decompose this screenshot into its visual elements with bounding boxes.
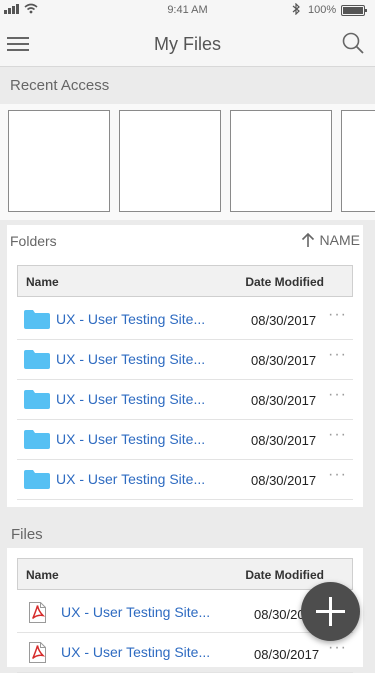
more-icon[interactable]: ··· [328, 466, 347, 484]
folder-name[interactable]: UX - User Testing Site... [56, 471, 205, 487]
folders-label: Folders [10, 233, 57, 249]
battery-percent: 100% [308, 4, 337, 16]
more-icon[interactable]: ··· [328, 426, 347, 444]
header: My Files [0, 20, 375, 67]
recent-card[interactable] [119, 110, 221, 212]
files-table-header: Name Date Modified [17, 558, 353, 590]
file-date: 08/30/2017 [254, 647, 320, 662]
bluetooth-icon [292, 3, 300, 15]
folders-table-header: Name Date Modified [17, 265, 353, 297]
folder-icon [24, 390, 50, 409]
folder-row[interactable]: UX - User Testing Site... 08/30/2017 ··· [17, 380, 353, 420]
file-name[interactable]: UX - User Testing Site... [61, 604, 210, 620]
recent-card[interactable] [341, 110, 375, 212]
sort-control[interactable]: NAME [301, 232, 360, 248]
more-icon[interactable]: ··· [328, 639, 347, 657]
search-icon[interactable] [341, 31, 365, 55]
more-icon[interactable]: ··· [328, 306, 347, 324]
status-bar: 9:41 AM 100% [0, 0, 375, 20]
recent-card[interactable] [230, 110, 332, 212]
pdf-icon [29, 602, 46, 623]
folder-icon [24, 470, 50, 489]
folder-icon [24, 310, 50, 329]
folder-name[interactable]: UX - User Testing Site... [56, 351, 205, 367]
folder-name[interactable]: UX - User Testing Site... [56, 431, 205, 447]
column-name[interactable]: Name [26, 275, 59, 289]
add-button[interactable] [301, 582, 360, 641]
folder-name[interactable]: UX - User Testing Site... [56, 391, 205, 407]
folder-date: 08/30/2017 [251, 393, 317, 408]
more-icon[interactable]: ··· [328, 346, 347, 364]
folder-date: 08/30/2017 [251, 433, 317, 448]
recent-access-label: Recent Access [10, 77, 110, 94]
folder-row[interactable]: UX - User Testing Site... 08/30/2017 ··· [17, 300, 353, 340]
folder-name[interactable]: UX - User Testing Site... [56, 311, 205, 327]
sort-label: NAME [319, 232, 360, 248]
column-date-modified[interactable]: Date Modified [245, 568, 324, 582]
pdf-icon [29, 642, 46, 663]
folder-row[interactable]: UX - User Testing Site... 08/30/2017 ··· [17, 420, 353, 460]
recent-access-strip[interactable] [0, 104, 375, 220]
file-name[interactable]: UX - User Testing Site... [61, 644, 210, 660]
recent-card[interactable] [8, 110, 110, 212]
file-row[interactable]: UX - User Testing Site... 08/30/2017 ··· [17, 633, 353, 673]
folder-date: 08/30/2017 [251, 313, 317, 328]
folder-date: 08/30/2017 [251, 353, 317, 368]
page-title: My Files [154, 34, 221, 54]
column-date-modified[interactable]: Date Modified [245, 275, 324, 289]
folder-date: 08/30/2017 [251, 473, 317, 488]
more-icon[interactable]: ··· [328, 386, 347, 404]
folders-panel: Folders NAME Name Date Modified UX - Use… [7, 225, 363, 507]
folder-row[interactable]: UX - User Testing Site... 08/30/2017 ··· [17, 460, 353, 500]
folder-row[interactable]: UX - User Testing Site... 08/30/2017 ··· [17, 340, 353, 380]
files-label: Files [11, 526, 43, 543]
folder-icon [24, 350, 50, 369]
column-name[interactable]: Name [26, 568, 59, 582]
arrow-up-icon [301, 232, 314, 247]
folder-icon [24, 430, 50, 449]
battery-icon [341, 5, 367, 16]
